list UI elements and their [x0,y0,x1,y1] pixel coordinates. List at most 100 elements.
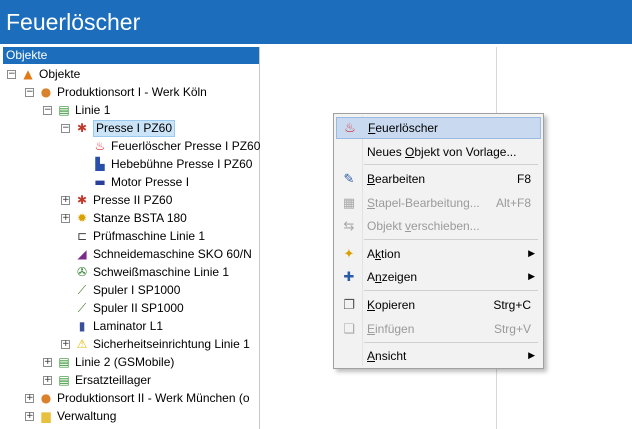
menu-item-anzeigen[interactable]: ✚ Anzeigen ▶ [336,266,541,288]
tree-item-label: Verwaltung [57,409,117,423]
motor-icon: ▬ [94,175,106,189]
menu-item-verschieben[interactable]: ⇆ Objekt verschieben... [336,215,541,237]
warning-icon: ⚠ [76,337,88,351]
tree-item[interactable]: − ▤ Linie 1 [43,101,110,119]
tree-item[interactable]: + ⚠ Sicherheitseinrichtung Linie 1 [61,335,250,353]
tree-item[interactable]: ◢ Schneidemaschine SKO 60/N [61,245,252,263]
tree-item-label: Sicherheitseinrichtung Linie 1 [93,337,250,351]
tree-item-label: Schneidemaschine SKO 60/N [93,247,252,261]
menu-item-kopieren[interactable]: ❐ Kopieren Strg+C [336,294,541,316]
tree-item[interactable]: ♨ Feuerlöscher Presse I PZ60 [79,137,261,155]
tree-item-label: Ersatzteillager [75,373,152,387]
tree-item-label: Stanze BSTA 180 [93,211,187,225]
batch-edit-icon: ▦ [342,195,356,211]
menu-item-bearbeiten[interactable]: ✎ Bearbeiten F8 [336,168,541,190]
pin-icon: ✚ [343,269,355,285]
site-icon: ● [40,391,52,405]
tree-item[interactable]: ⟋ Spuler II SP1000 [61,299,184,317]
menu-item-label: Feuerlöscher [368,121,439,135]
tree-item-label: Spuler II SP1000 [93,301,184,315]
laminator-icon: ▮ [78,319,86,333]
tree-item-label: Prüfmaschine Linie 1 [93,229,206,243]
tree-item[interactable]: + ▤ Ersatzteillager [43,371,151,389]
objects-panel: Objekte − ▲ Objekte − ● Produktionsort I - We… [3,47,260,429]
window-title: Feuerlöscher [0,0,632,44]
tree-item[interactable]: + ✱ Presse II PZ60 [61,191,172,209]
menu-item-feuerloescher[interactable]: ♨ Feuerlöscher [336,117,541,139]
tree-item[interactable]: + ▤ Linie 2 (GSMobile) [43,353,174,371]
line-icon: ▤ [58,355,70,369]
context-menu: ♨ Feuerlöscher Neues Objekt von Vorlage...… [333,113,544,369]
fire-extinguisher-icon: ♨ [344,120,356,136]
cutting-machine-icon: ◢ [77,247,87,261]
panel-header: Objekte [3,47,259,64]
spooler-icon: ⟋ [77,283,87,297]
tree-item-label: Objekte [39,67,81,81]
tree-item[interactable]: ⟋ Spuler I SP1000 [61,281,181,299]
tree-item-label: Linie 2 (GSMobile) [75,355,175,369]
menu-separator [364,239,538,240]
menu-item-shortcut: Alt+F8 [495,196,531,210]
menu-item-ansicht[interactable]: Ansicht ▶ [336,345,541,367]
menu-item-stapel[interactable]: ▦ Stapel-Bearbeitung... Alt+F8 [336,192,541,214]
gear-icon: ✹ [76,211,88,225]
expand-icon[interactable]: + [61,213,70,223]
expand-icon[interactable]: + [61,339,70,349]
welding-machine-icon: ✇ [76,265,88,279]
menu-item-shortcut: Strg+C [493,298,531,312]
menu-item-label: Einfügen [367,322,415,336]
tree-item[interactable]: ▙ Hebebühne Presse I PZ60 [79,155,252,173]
expand-icon[interactable]: + [61,195,70,205]
line-icon: ▤ [58,103,70,117]
menu-item-label: Stapel-Bearbeitung... [367,196,480,210]
expand-icon[interactable]: + [25,393,34,403]
tree-item-label: Spuler I SP1000 [93,283,181,297]
tree-item[interactable]: + ● Produktionsort II - Werk München (o [25,389,250,407]
menu-item-label: Objekt verschieben... [367,219,480,233]
tree-item-label: Hebebühne Presse I PZ60 [111,157,253,171]
collapse-icon[interactable]: − [7,69,16,79]
menu-separator [364,164,538,165]
menu-item-einfuegen[interactable]: ❏ Einfügen Strg+V [336,318,541,340]
expand-icon[interactable]: + [25,411,34,421]
menu-item-label: Bearbeiten [367,172,426,186]
tree-item[interactable]: − ✱ Presse I PZ60 [61,119,176,137]
tree-item[interactable]: − ● Produktionsort I - Werk Köln [25,83,207,101]
tree-item[interactable]: ▮ Laminator L1 [61,317,163,335]
test-machine-icon: ⊏ [76,229,88,243]
menu-separator [364,342,538,343]
expand-icon[interactable]: + [43,375,52,385]
folder-icon: ▆ [41,409,51,423]
tree-item[interactable]: − ▲ Objekte [7,65,80,83]
spooler-icon: ⟋ [77,301,87,315]
objects-root-icon: ▲ [23,67,33,81]
menu-item-shortcut: Strg+V [493,322,531,336]
menu-item-label: Ansicht [367,349,407,363]
menu-item-aktion[interactable]: ✦ Aktion ▶ [336,243,541,265]
menu-item-neues-objekt[interactable]: Neues Objekt von Vorlage... [336,141,541,163]
collapse-icon[interactable]: − [25,87,34,97]
press-icon: ✱ [76,193,88,207]
tree-item[interactable]: + ▆ Verwaltung [25,407,116,425]
menu-separator [364,290,538,291]
tree-item-label: Motor Presse I [111,175,190,189]
menu-item-label: Anzeigen [367,270,418,284]
tree-item-label: Presse II PZ60 [93,193,173,207]
tree-item-label: Laminator L1 [93,319,164,333]
tree-item-label: Feuerlöscher Presse I PZ60 [111,139,261,153]
edit-icon: ✎ [343,171,355,187]
tree-item[interactable]: ✇ Schweißmaschine Linie 1 [61,263,229,281]
tree-item[interactable]: ▬ Motor Presse I [79,173,189,191]
tree-item-label: Schweißmaschine Linie 1 [93,265,230,279]
collapse-icon[interactable]: − [43,105,52,115]
menu-item-label: Kopieren [367,298,416,312]
submenu-arrow-icon: ▶ [528,249,535,259]
tree-item-label: Linie 1 [75,103,111,117]
collapse-icon[interactable]: − [61,123,70,133]
tree-item-label: Presse I PZ60 [93,119,176,137]
tree-item[interactable]: + ✹ Stanze BSTA 180 [61,209,187,227]
fire-extinguisher-icon: ♨ [94,139,106,153]
expand-icon[interactable]: + [43,357,52,367]
tree-item[interactable]: ⊏ Prüfmaschine Linie 1 [61,227,205,245]
submenu-arrow-icon: ▶ [528,351,535,361]
